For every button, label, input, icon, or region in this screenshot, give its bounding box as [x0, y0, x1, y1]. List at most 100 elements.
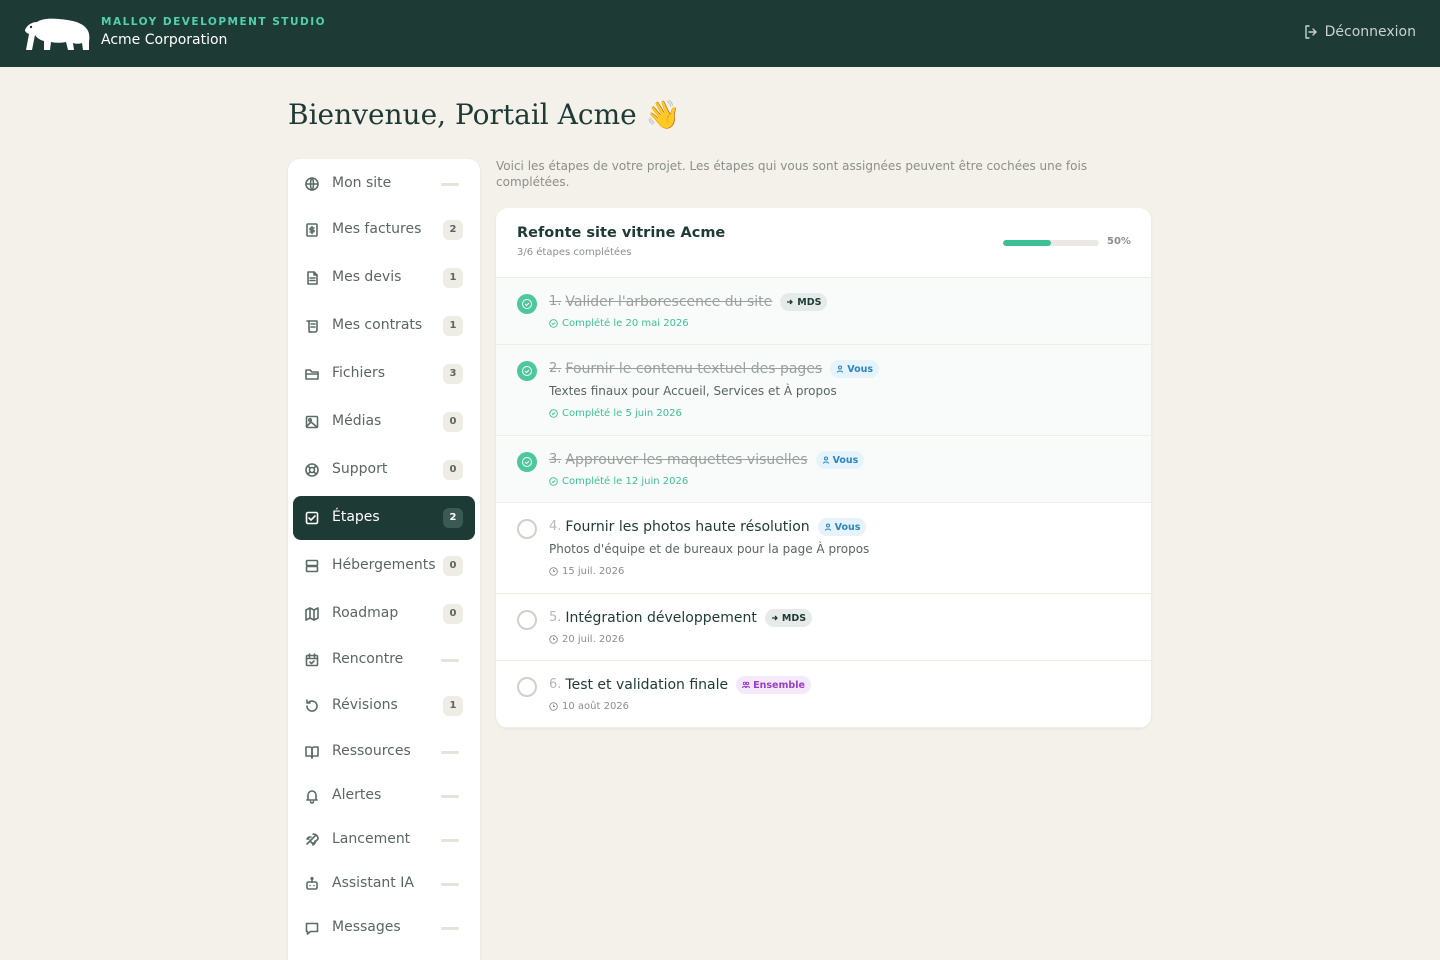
sidebar-item-label: Rencontre: [332, 651, 404, 667]
clock-icon: [549, 635, 558, 644]
step-date: Complété le 12 juin 2026: [549, 476, 688, 487]
bell-icon: [304, 788, 320, 804]
page-title-text: Bienvenue, Portail Acme: [288, 98, 637, 131]
assignee-badge-label: MDS: [797, 296, 822, 308]
sidebar-item[interactable]: Assistant IA: [293, 862, 475, 906]
step-completed-icon: [517, 452, 537, 472]
sidebar-item[interactable]: Mon site: [293, 162, 475, 206]
logout-button[interactable]: Déconnexion: [1303, 24, 1416, 40]
step-name: Valider l'arborescence du site: [565, 294, 773, 310]
sidebar-item[interactable]: Révisions 1: [293, 684, 475, 728]
count-badge: 3: [443, 364, 463, 384]
project-subtitle: 3/6 étapes complétées: [517, 247, 632, 258]
step-checkbox[interactable]: [517, 677, 537, 697]
empty-badge-placeholder: [441, 659, 459, 662]
step-checkbox[interactable]: [517, 610, 537, 630]
sidebar-item-label: Lancement: [332, 831, 411, 847]
user-icon: [822, 456, 829, 464]
step-title-line: 3. Approuver les maquettes visuelles Vous: [549, 451, 865, 469]
empty-badge-placeholder: [441, 927, 459, 930]
progress-bar-fill: [1003, 240, 1051, 246]
sidebar-item[interactable]: Ressources: [293, 730, 475, 774]
step-number: 1.: [549, 294, 562, 309]
step-row: 4. Fournir les photos haute résolution Vou…: [496, 503, 1151, 594]
sidebar-item[interactable]: Mes devis 1: [293, 256, 475, 300]
scroll-icon: [304, 318, 320, 334]
step-name: Test et validation finale: [565, 677, 729, 693]
arrow-right-icon: [771, 615, 778, 621]
sidebar: Mon site Mes factures 2 Mes devis 1 Mes contr…: [288, 159, 480, 960]
step-title-line: 2. Fournir le contenu textuel des pages Vo…: [549, 360, 880, 378]
sidebar-item-label: Assistant IA: [332, 875, 414, 891]
message-icon: [304, 920, 320, 936]
empty-badge-placeholder: [441, 795, 459, 798]
empty-badge-placeholder: [441, 183, 459, 186]
checkbox-icon: [304, 510, 320, 526]
sidebar-item[interactable]: Support 0: [293, 448, 475, 492]
top-bar: MALLOY DEVELOPMENT STUDIO Acme Corporati…: [0, 0, 1440, 67]
step-number: 4.: [549, 519, 562, 534]
step-completed-icon: [517, 294, 537, 314]
sidebar-item[interactable]: Fichiers 3: [293, 352, 475, 396]
step-row: 6. Test et validation finale Ensemble 10 ao…: [496, 661, 1151, 728]
step-date: 15 juil. 2026: [549, 566, 624, 577]
sidebar-item[interactable]: Roadmap 0: [293, 592, 475, 636]
step-date-text: Complété le 5 juin 2026: [562, 408, 682, 419]
clock-icon: [549, 702, 558, 711]
globe-icon: [304, 176, 320, 192]
users-icon: [742, 681, 751, 689]
sidebar-item-label: Support: [332, 461, 388, 477]
assignee-badge-label: MDS: [781, 612, 807, 624]
sidebar-item[interactable]: Rencontre: [293, 638, 475, 682]
document-icon: [304, 270, 320, 286]
sidebar-item-label: Hébergements: [332, 557, 436, 573]
step-title-line: 6. Test et validation finale Ensemble: [549, 676, 811, 694]
step-date: 20 juil. 2026: [549, 634, 624, 645]
check-circle-icon: [549, 477, 558, 486]
clock-icon: [549, 567, 558, 576]
step-date-text: Complété le 12 juin 2026: [562, 476, 689, 487]
assignee-badge: Ensemble: [736, 676, 811, 694]
sidebar-item-label: Roadmap: [332, 605, 399, 621]
sidebar-item[interactable]: Médias 0: [293, 400, 475, 444]
step-date: 10 août 2026: [549, 701, 629, 712]
sidebar-item-label: Fichiers: [332, 365, 386, 381]
polar-bear-logo-icon[interactable]: [23, 16, 91, 52]
rocket-icon: [304, 832, 320, 848]
progress-percent: 50%: [1107, 236, 1131, 247]
step-number: 2.: [549, 361, 562, 376]
step-row: 2. Fournir le contenu textuel des pages Vo…: [496, 345, 1151, 436]
step-name: Fournir les photos haute résolution: [565, 519, 810, 535]
sidebar-item[interactable]: Alertes: [293, 774, 475, 818]
server-icon: [304, 558, 320, 574]
sidebar-item[interactable]: Étapes 2: [293, 496, 475, 540]
sidebar-item[interactable]: Lancement: [293, 818, 475, 862]
step-date-text: Complété le 20 mai 2026: [562, 318, 689, 329]
assignee-badge-label: Vous: [832, 454, 859, 466]
waving-hand-emoji: 👋: [645, 98, 681, 131]
project-card: Refonte site vitrine Acme 3/6 étapes com…: [496, 208, 1151, 728]
step-name: Approuver les maquettes visuelles: [565, 452, 808, 468]
step-name: Intégration développement: [565, 610, 757, 626]
step-date-text: 15 juil. 2026: [562, 566, 625, 577]
step-date-text: 10 août 2026: [562, 701, 630, 712]
step-label: 4. Fournir les photos haute résolution: [549, 519, 810, 535]
sidebar-item-label: Médias: [332, 413, 382, 429]
sidebar-item-label: Révisions: [332, 697, 398, 713]
step-name: Fournir le contenu textuel des pages: [565, 361, 823, 377]
count-badge: 1: [443, 316, 463, 336]
empty-badge-placeholder: [441, 751, 459, 754]
step-checkbox[interactable]: [517, 519, 537, 539]
sidebar-item-label: Mes devis: [332, 269, 402, 285]
count-badge: 0: [443, 556, 463, 576]
step-description: Textes finaux pour Accueil, Services et …: [549, 384, 837, 398]
sidebar-item[interactable]: Mes factures 2: [293, 208, 475, 252]
sidebar-item[interactable]: Messages: [293, 906, 475, 950]
step-number: 3.: [549, 452, 562, 467]
count-badge: 0: [443, 412, 463, 432]
sidebar-item[interactable]: Mes contrats 1: [293, 304, 475, 348]
step-label: 3. Approuver les maquettes visuelles: [549, 452, 808, 468]
assignee-badge-label: Vous: [834, 521, 861, 533]
sidebar-item[interactable]: Hébergements 0: [293, 544, 475, 588]
count-badge: 1: [443, 268, 463, 288]
